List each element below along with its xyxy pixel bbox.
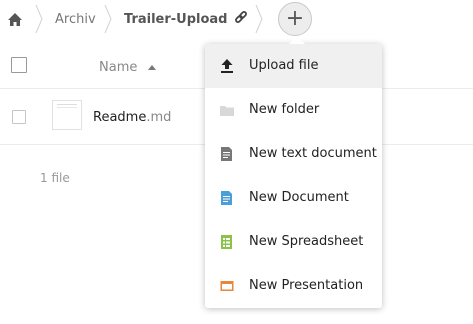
menu-item-label: New Document	[249, 190, 349, 205]
text-document-icon	[221, 147, 232, 161]
menu-item-label: New Presentation	[249, 278, 364, 293]
home-icon[interactable]	[6, 0, 24, 38]
link-icon[interactable]	[234, 11, 248, 25]
menu-item-new-spreadsheet[interactable]: New Spreadsheet	[205, 220, 382, 264]
breadcrumb-item-archiv[interactable]: Archiv	[55, 0, 96, 38]
document-icon	[221, 191, 232, 205]
new-file-menu: Upload file New folder New text document…	[205, 44, 382, 308]
menu-item-new-folder[interactable]: New folder	[205, 88, 382, 132]
menu-arrow	[289, 36, 305, 44]
menu-item-label: New Spreadsheet	[249, 234, 364, 249]
menu-item-upload-file[interactable]: Upload file	[205, 44, 382, 88]
breadcrumb-separator-icon	[104, 4, 112, 34]
menu-item-new-presentation[interactable]: New Presentation	[205, 264, 382, 308]
upload-icon	[221, 59, 233, 73]
menu-item-label: New folder	[249, 102, 320, 117]
new-button[interactable]: +	[278, 2, 312, 36]
file-name[interactable]: Readme.md	[93, 110, 171, 125]
breadcrumb-separator-icon	[255, 4, 263, 34]
menu-item-new-document[interactable]: New Document	[205, 176, 382, 220]
folder-icon	[220, 106, 234, 116]
menu-item-new-text-document[interactable]: New text document	[205, 132, 382, 176]
file-name-extension: .md	[146, 110, 172, 125]
menu-item-label: New text document	[249, 146, 377, 161]
file-thumbnail-icon[interactable]	[52, 100, 82, 130]
file-count-summary: 1 file	[40, 171, 70, 185]
column-header-name[interactable]: Name	[99, 60, 137, 75]
spreadsheet-icon	[221, 235, 232, 249]
breadcrumb-item-current-folder[interactable]: Trailer-Upload	[124, 0, 228, 38]
select-all-checkbox[interactable]	[11, 57, 27, 73]
sort-ascending-icon[interactable]	[148, 65, 156, 70]
file-name-base: Readme	[93, 110, 147, 125]
menu-item-label: Upload file	[249, 58, 319, 73]
breadcrumb-separator-icon	[35, 4, 43, 34]
presentation-icon	[220, 281, 234, 291]
row-checkbox[interactable]	[12, 110, 26, 124]
breadcrumb: Archiv Trailer-Upload +	[0, 0, 473, 42]
